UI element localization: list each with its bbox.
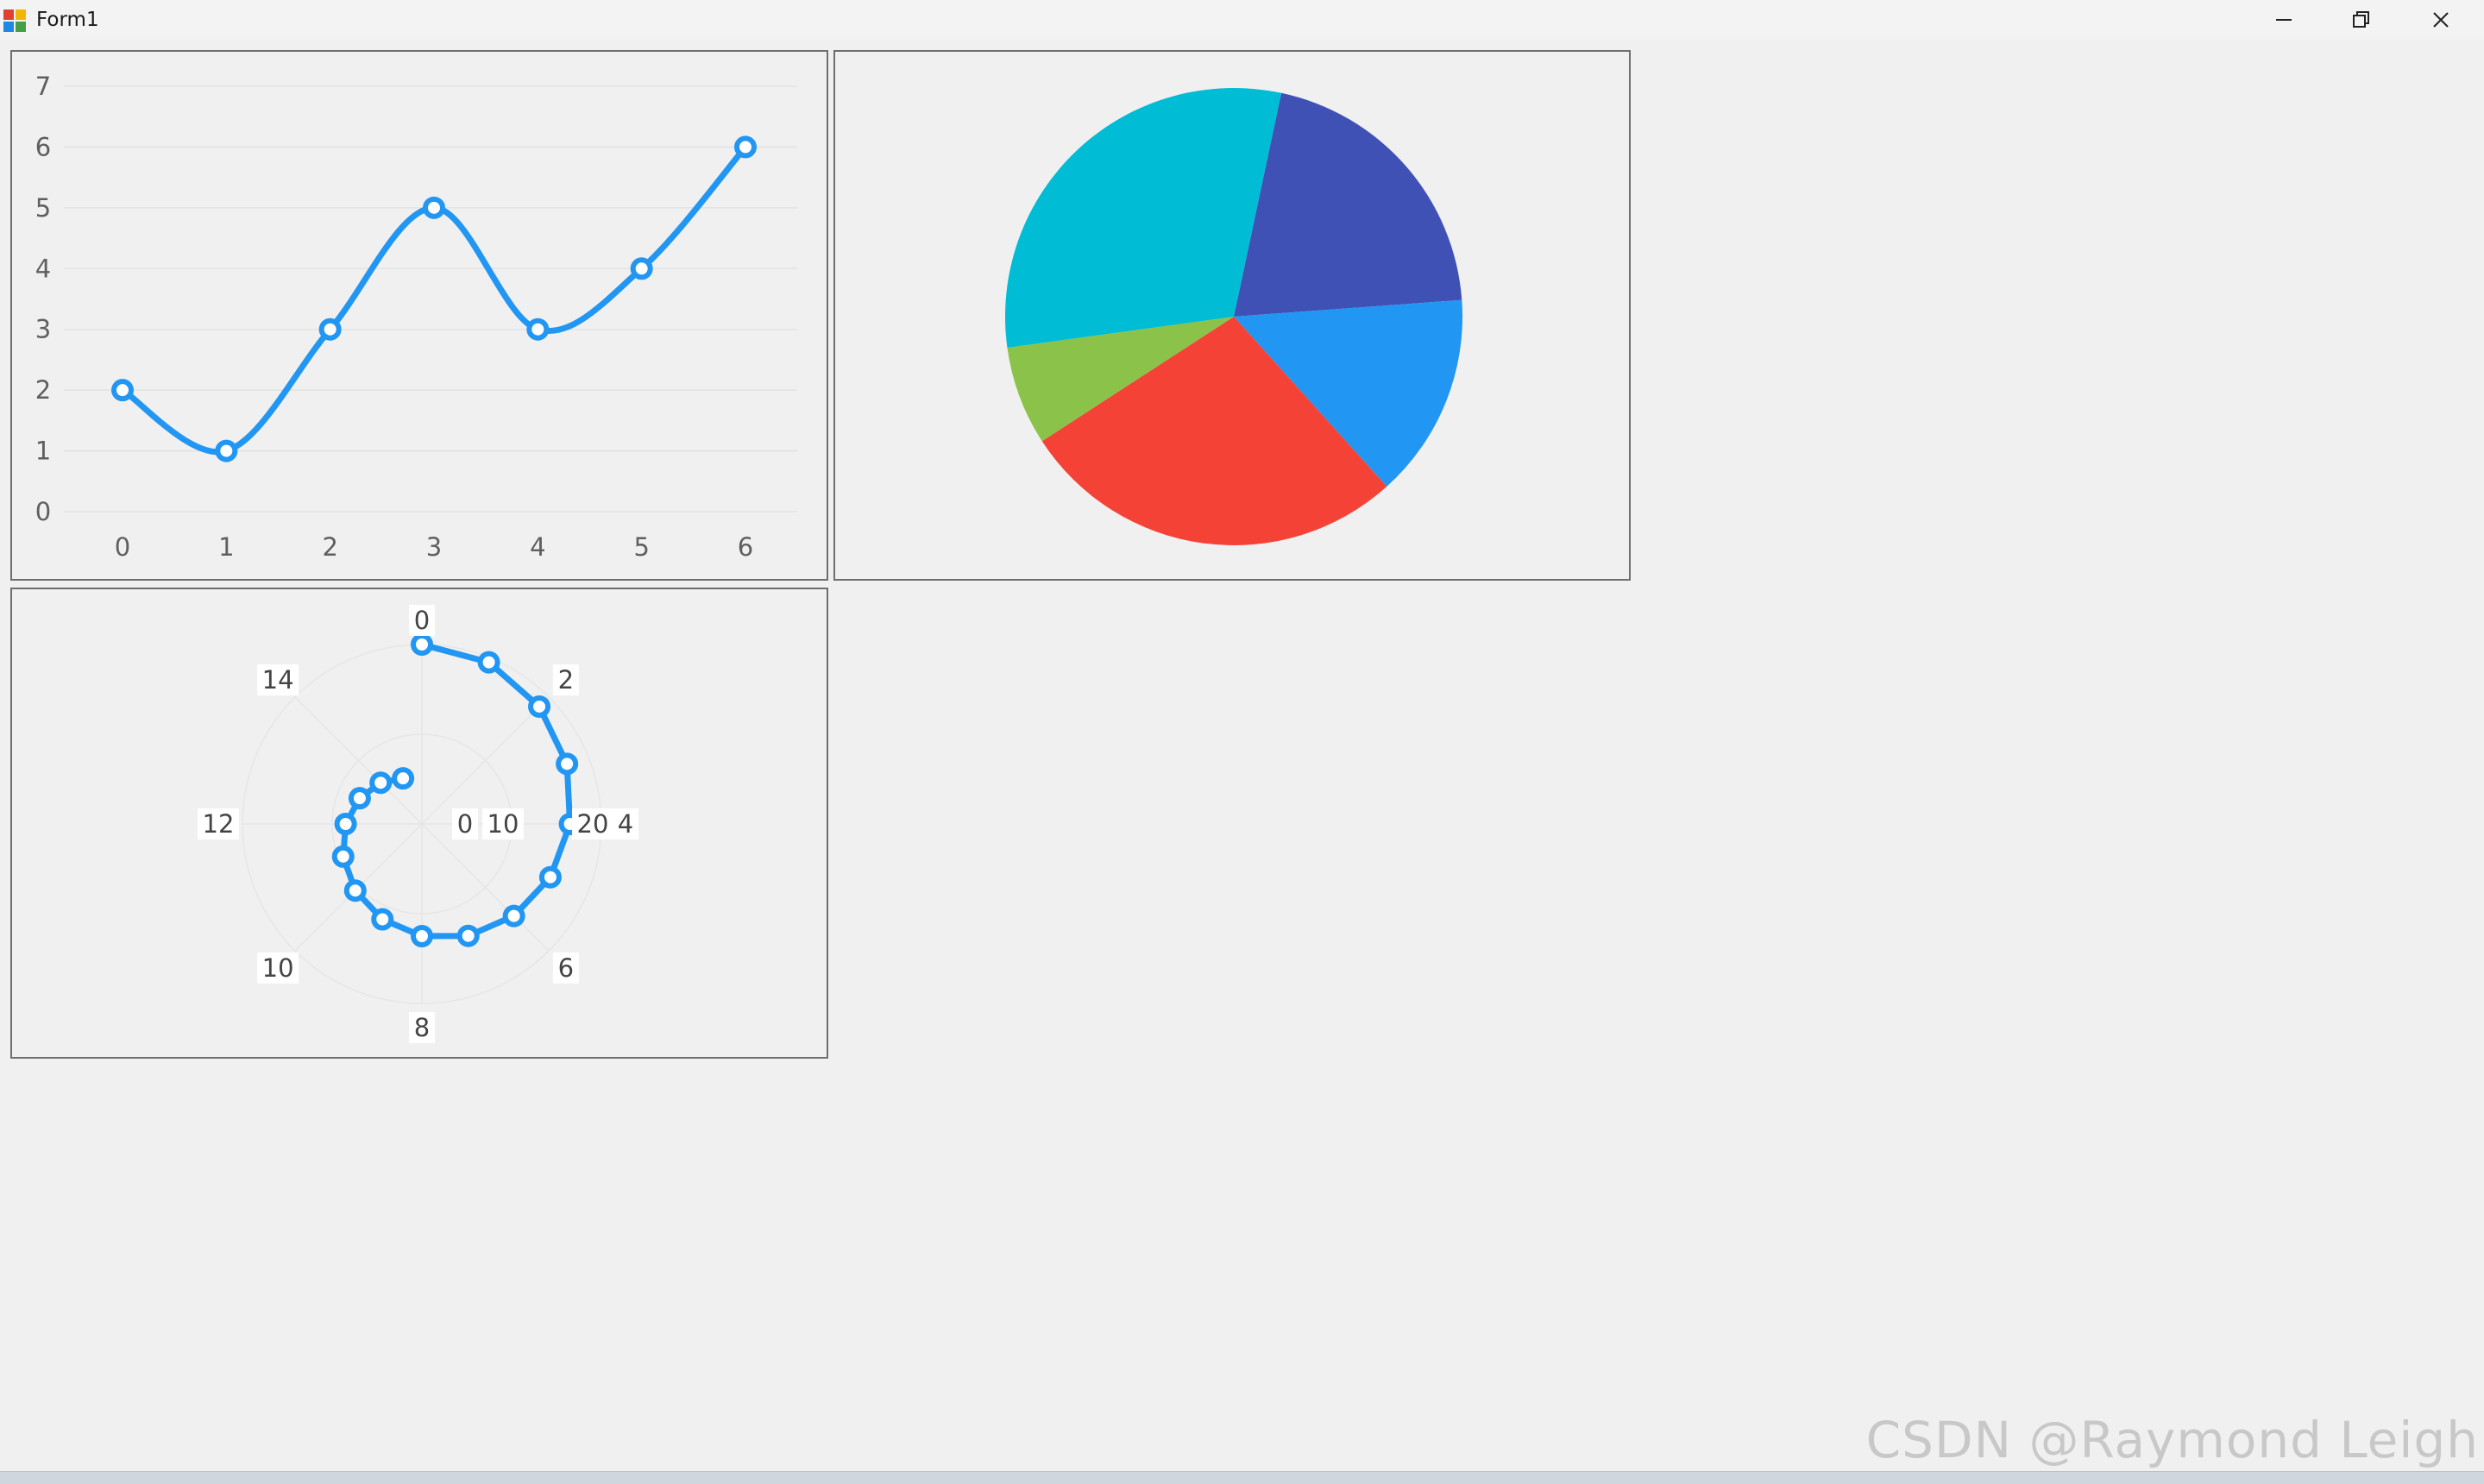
y-tick-label: 7 (35, 72, 51, 101)
radar-point[interactable] (371, 908, 394, 931)
close-icon (2433, 12, 2449, 28)
radar-tick-label: 8 (414, 1013, 430, 1042)
y-tick-label: 0 (35, 497, 51, 526)
radar-point[interactable] (348, 787, 371, 810)
x-tick-label: 4 (530, 532, 545, 562)
radar-point[interactable] (528, 695, 551, 718)
radar-point[interactable] (392, 767, 415, 790)
radar-tick-label: 6 (558, 953, 574, 983)
x-tick-label: 2 (322, 532, 337, 562)
radar-tick-label: 12 (203, 809, 235, 839)
line-series (119, 143, 749, 456)
line-point[interactable] (734, 135, 757, 159)
y-tick-label: 4 (35, 254, 51, 283)
radar-chart: 0 2 4 6 8 10 12 14 0 10 20 (198, 605, 638, 1043)
y-tick-label: 5 (35, 193, 51, 223)
line-chart-panel: 0 1 2 3 4 5 6 7 0 1 2 3 4 5 6 (10, 50, 828, 581)
radar-point[interactable] (502, 904, 525, 928)
app-icon (3, 9, 28, 34)
minimize-button[interactable] (2245, 0, 2323, 40)
radar-tick-label: 4 (618, 809, 633, 839)
radar-tick-label: 10 (262, 953, 294, 983)
radar-chart-panel: 0 2 4 6 8 10 12 14 0 10 20 (10, 588, 828, 1059)
radar-tick-label: 20 (577, 809, 609, 839)
radar-point[interactable] (334, 813, 357, 835)
line-point[interactable] (111, 379, 134, 402)
radar-point[interactable] (456, 924, 480, 947)
pie-chart-panel (833, 50, 1631, 581)
x-tick-label: 0 (115, 532, 130, 562)
line-point[interactable] (423, 196, 445, 219)
watermark: CSDN @Raymond Leigh (1865, 1411, 2479, 1469)
radar-tick-label: 0 (414, 606, 430, 635)
line-point[interactable] (630, 257, 653, 280)
pie-chart (1005, 87, 1462, 545)
y-tick-label: 2 (35, 375, 51, 405)
radar-point[interactable] (343, 879, 367, 902)
radar-point[interactable] (411, 633, 433, 656)
radar-point[interactable] (477, 651, 500, 674)
y-tick-label: 3 (35, 315, 51, 344)
line-point[interactable] (318, 318, 342, 341)
radar-point[interactable] (411, 925, 433, 947)
minimize-icon (2276, 19, 2292, 21)
line-point[interactable] (215, 439, 238, 462)
close-button[interactable] (2402, 0, 2480, 40)
restore-icon (2353, 11, 2369, 28)
x-tick-label: 6 (738, 532, 753, 562)
line-point[interactable] (526, 318, 550, 341)
radar-point[interactable] (556, 752, 579, 776)
y-tick-label: 1 (35, 437, 51, 466)
radar-tick-label: 2 (558, 665, 574, 695)
radar-spoke (421, 823, 550, 952)
radar-spoke (421, 696, 550, 825)
radar-point[interactable] (331, 845, 355, 868)
line-chart: 0 1 2 3 4 5 6 7 0 1 2 3 4 5 6 (35, 72, 797, 562)
radar-point[interactable] (369, 771, 393, 795)
radar-point[interactable] (538, 865, 562, 889)
taskbar-strip (0, 1471, 2484, 1484)
y-tick-label: 6 (35, 132, 51, 161)
radar-tick-label: 14 (262, 665, 294, 695)
x-tick-label: 1 (218, 532, 234, 562)
x-tick-label: 5 (633, 532, 649, 562)
restore-button[interactable] (2323, 0, 2400, 40)
window-title: Form1 (36, 9, 99, 31)
radar-tick-label: 0 (457, 809, 473, 839)
radar-tick-label: 10 (487, 809, 519, 839)
x-tick-label: 3 (426, 532, 442, 562)
title-bar: Form1 (0, 0, 2484, 40)
